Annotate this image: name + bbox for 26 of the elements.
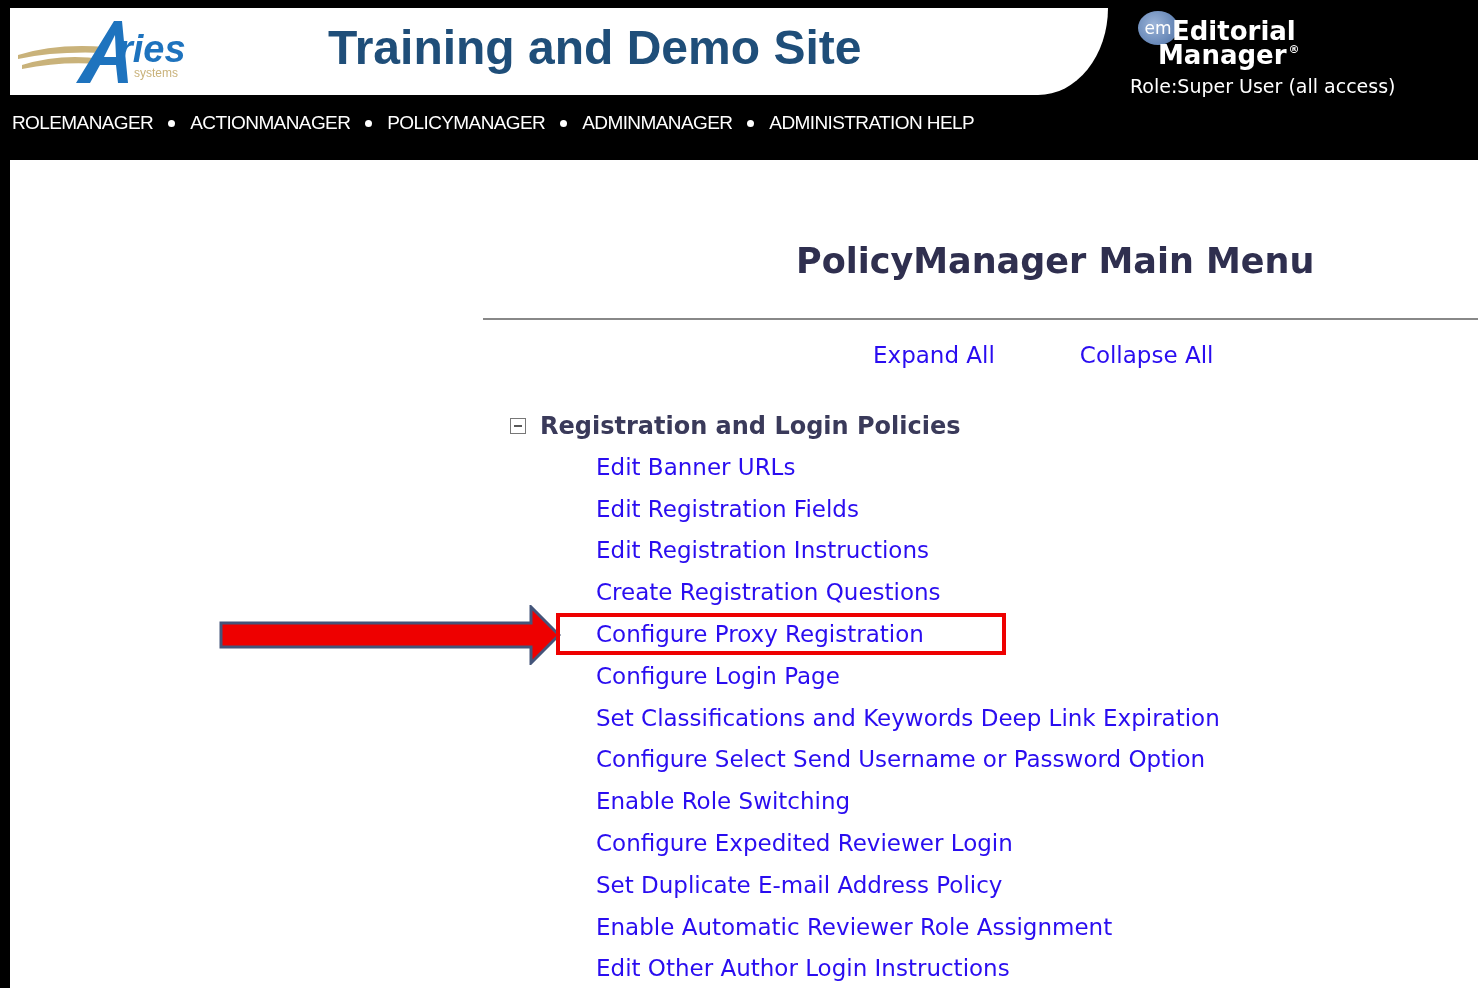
nav-link[interactable]: ADMINMANAGER: [582, 112, 733, 134]
menu-link[interactable]: Edit Registration Fields: [596, 491, 859, 526]
menu-link[interactable]: Configure Select Send Username or Password Option: [596, 742, 1206, 777]
menu-link[interactable]: Create Registration Questions: [596, 575, 941, 610]
registered-mark: ®: [1288, 43, 1300, 57]
menu-link[interactable]: Edit Registration Instructions: [596, 533, 929, 568]
menu-link[interactable]: Configure Expedited Reviewer Login: [596, 826, 1013, 861]
nav-link[interactable]: POLICYMANAGER: [387, 112, 546, 134]
page-heading: PolicyManager Main Menu: [795, 240, 1316, 283]
nav-link[interactable]: ACTIONMANAGER: [190, 112, 351, 134]
menu-link[interactable]: Enable Role Switching: [596, 784, 851, 819]
nav-link[interactable]: ADMINISTRATION HELP: [769, 112, 974, 134]
site-title: Training and Demo Site: [328, 20, 862, 75]
menu-link[interactable]: Set Duplicate E-mail Address Policy: [596, 867, 1003, 902]
collapse-all-link[interactable]: Collapse All: [1079, 338, 1214, 372]
menu-link[interactable]: Edit Banner URLs: [596, 449, 796, 484]
menu-link[interactable]: Edit Other Author Login Instructions: [596, 951, 1010, 986]
menu-link[interactable]: Configure Login Page: [596, 658, 840, 693]
section-title: Registration and Login Policies: [540, 412, 961, 440]
role-label: Role:Super User (all access): [1130, 75, 1397, 97]
logo-subtext: systems: [134, 66, 179, 79]
nav-link[interactable]: ROLEMANAGER: [12, 112, 154, 134]
menu-link[interactable]: Enable Automatic Reviewer Role Assignment: [596, 909, 1113, 944]
expand-all-link[interactable]: Expand All: [873, 338, 995, 372]
menu-link[interactable]: Set Classifications and Keywords Deep Link Expiration: [596, 700, 1220, 735]
menu-link[interactable]: Configure Proxy Registration: [596, 617, 924, 652]
